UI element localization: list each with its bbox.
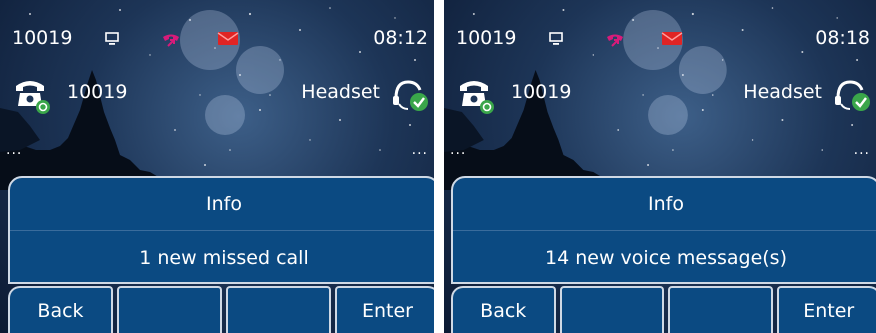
empty-softkey[interactable] [559, 286, 664, 333]
voicemail-icon [661, 32, 683, 45]
phone-screen-right: 10019 08:18 10019 Headset ... ... Info 1… [444, 0, 876, 333]
popup-title: Info [453, 178, 876, 231]
telephone-icon [460, 81, 494, 114]
headset-icon [835, 80, 870, 111]
more-indicator: ... [6, 142, 23, 158]
enter-softkey[interactable]: Enter [776, 286, 876, 333]
status-extension: 10019 [12, 27, 73, 49]
status-time: 08:18 [815, 27, 870, 49]
empty-softkey[interactable] [117, 286, 222, 333]
headset-icon [393, 80, 428, 111]
enter-softkey[interactable]: Enter [335, 286, 434, 333]
empty-softkey[interactable] [226, 286, 331, 333]
telephone-icon [16, 81, 50, 114]
more-indicator: ... [853, 142, 870, 158]
more-indicator: ... [450, 142, 467, 158]
audio-mode-label: Headset [743, 81, 822, 103]
phone-screen-left: 10019 08:12 10019 Headset ... ... Info 1… [0, 0, 434, 333]
status-time: 08:12 [373, 27, 428, 49]
network-icon [549, 32, 563, 45]
back-softkey[interactable]: Back [8, 286, 113, 333]
softkey-bar: Back Enter [451, 286, 876, 333]
line-key[interactable]: 10019 Headset [444, 68, 876, 124]
audio-mode-label: Headset [301, 81, 380, 103]
voicemail-icon [217, 32, 239, 45]
info-popup: Info 1 new missed call [8, 176, 434, 284]
line-label: 10019 [511, 81, 572, 103]
back-softkey[interactable]: Back [451, 286, 556, 333]
network-icon [105, 32, 119, 45]
softkey-bar: Back Enter [8, 286, 434, 333]
popup-message: 1 new missed call [139, 247, 309, 269]
status-bar: 10019 08:18 [444, 0, 876, 60]
empty-softkey[interactable] [668, 286, 773, 333]
missed-call-icon [607, 34, 623, 47]
status-bar: 10019 08:12 [0, 0, 434, 60]
line-label: 10019 [67, 81, 128, 103]
info-popup: Info 14 new voice message(s) [451, 176, 876, 284]
more-indicator: ... [411, 142, 428, 158]
popup-title: Info [10, 178, 434, 231]
line-key[interactable]: 10019 Headset [0, 68, 434, 124]
missed-call-icon [163, 34, 179, 47]
status-extension: 10019 [456, 27, 517, 49]
popup-message: 14 new voice message(s) [545, 247, 787, 269]
